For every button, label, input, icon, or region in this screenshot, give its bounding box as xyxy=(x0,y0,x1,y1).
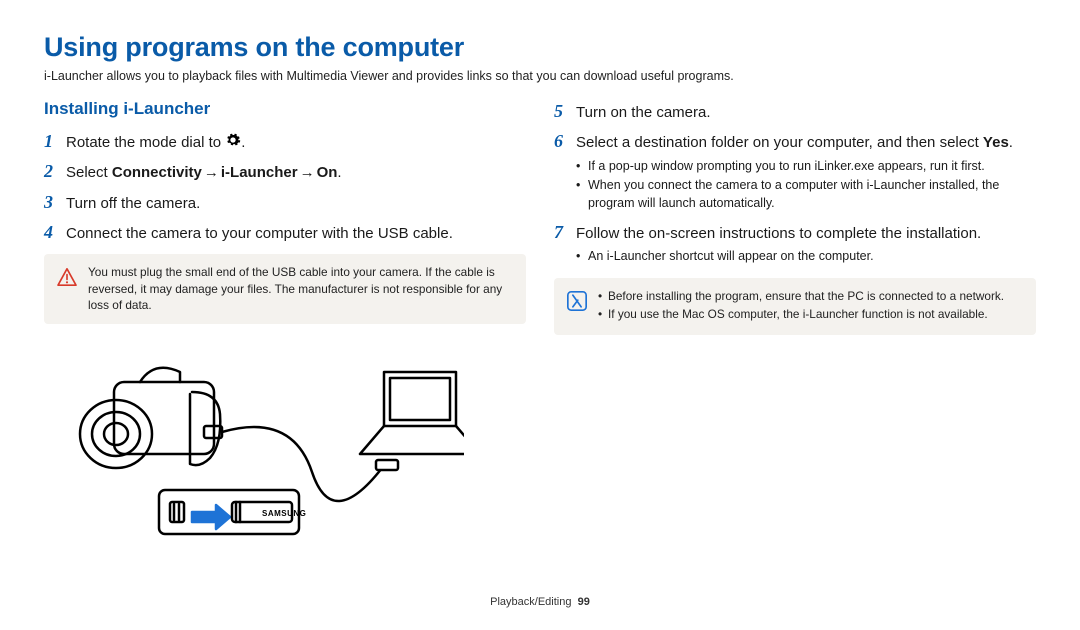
page-title: Using programs on the computer xyxy=(44,32,1036,63)
sub-bullets: If a pop-up window prompting you to run … xyxy=(576,158,1036,213)
text: Select a destination folder on your comp… xyxy=(576,134,983,151)
step-5: 5 Turn on the camera. xyxy=(554,99,1036,123)
steps-right: 5 Turn on the camera. 6 Select a destina… xyxy=(554,99,1036,268)
step-number: 6 xyxy=(554,129,576,153)
text: . xyxy=(337,164,341,181)
text: Follow the on-screen instructions to com… xyxy=(576,225,981,242)
step-body: Select a destination folder on your comp… xyxy=(576,133,1036,214)
sub-bullets: An i-Launcher shortcut will appear on th… xyxy=(576,248,1036,266)
arrow-icon: → xyxy=(298,164,317,181)
step-number: 3 xyxy=(44,190,66,214)
left-column: Installing i-Launcher 1 Rotate the mode … xyxy=(44,99,526,547)
svg-text:SAMSUNG: SAMSUNG xyxy=(262,509,306,518)
step-body: Connect the camera to your computer with… xyxy=(66,224,526,244)
step-number: 4 xyxy=(44,220,66,244)
bold-text: Connectivity xyxy=(112,164,202,181)
text: Rotate the mode dial to xyxy=(66,134,225,151)
sub-bullet: When you connect the camera to a compute… xyxy=(576,177,1036,212)
info-bullet: If you use the Mac OS computer, the i-La… xyxy=(598,306,1024,323)
step-number: 7 xyxy=(554,220,576,244)
page-footer: Playback/Editing 99 xyxy=(0,596,1080,608)
step-number: 1 xyxy=(44,129,66,153)
info-callout: Before installing the program, ensure th… xyxy=(554,278,1036,335)
step-body: Select Connectivity→i-Launcher→On. xyxy=(66,163,526,183)
step-3: 3 Turn off the camera. xyxy=(44,190,526,214)
footer-section-label: Playback/Editing xyxy=(490,596,571,608)
right-column: 5 Turn on the camera. 6 Select a destina… xyxy=(554,99,1036,547)
text: . xyxy=(241,134,245,151)
sub-bullet: If a pop-up window prompting you to run … xyxy=(576,158,1036,176)
step-2: 2 Select Connectivity→i-Launcher→On. xyxy=(44,159,526,183)
bold-text: i-Launcher xyxy=(221,164,298,181)
step-body: Turn off the camera. xyxy=(66,194,526,214)
step-1: 1 Rotate the mode dial to . xyxy=(44,129,526,153)
info-icon xyxy=(566,290,588,312)
page-number: 99 xyxy=(578,596,590,608)
step-4: 4 Connect the camera to your computer wi… xyxy=(44,220,526,244)
info-text: Before installing the program, ensure th… xyxy=(598,288,1024,325)
section-title: Installing i-Launcher xyxy=(44,99,526,119)
step-body: Turn on the camera. xyxy=(576,103,1036,123)
text: Select xyxy=(66,164,112,181)
step-number: 5 xyxy=(554,99,576,123)
step-number: 2 xyxy=(44,159,66,183)
bold-text: Yes xyxy=(983,134,1009,151)
step-7: 7 Follow the on-screen instructions to c… xyxy=(554,220,1036,268)
intro-text: i-Launcher allows you to playback files … xyxy=(44,69,1036,83)
warning-callout: You must plug the small end of the USB c… xyxy=(44,254,526,324)
step-body: Rotate the mode dial to . xyxy=(66,132,526,153)
text: . xyxy=(1009,134,1013,151)
gear-icon xyxy=(225,132,241,153)
steps-left: 1 Rotate the mode dial to . 2 Select Con… xyxy=(44,129,526,244)
info-bullet: Before installing the program, ensure th… xyxy=(598,288,1024,305)
two-column-layout: Installing i-Launcher 1 Rotate the mode … xyxy=(44,99,1036,547)
bold-text: On xyxy=(317,164,338,181)
usb-connection-illustration: SAMSUNG xyxy=(44,342,464,542)
arrow-icon: → xyxy=(202,164,221,181)
step-6: 6 Select a destination folder on your co… xyxy=(554,129,1036,214)
step-body: Follow the on-screen instructions to com… xyxy=(576,224,1036,268)
sub-bullet: An i-Launcher shortcut will appear on th… xyxy=(576,248,1036,266)
warning-text: You must plug the small end of the USB c… xyxy=(88,264,514,314)
warning-icon xyxy=(56,266,78,288)
